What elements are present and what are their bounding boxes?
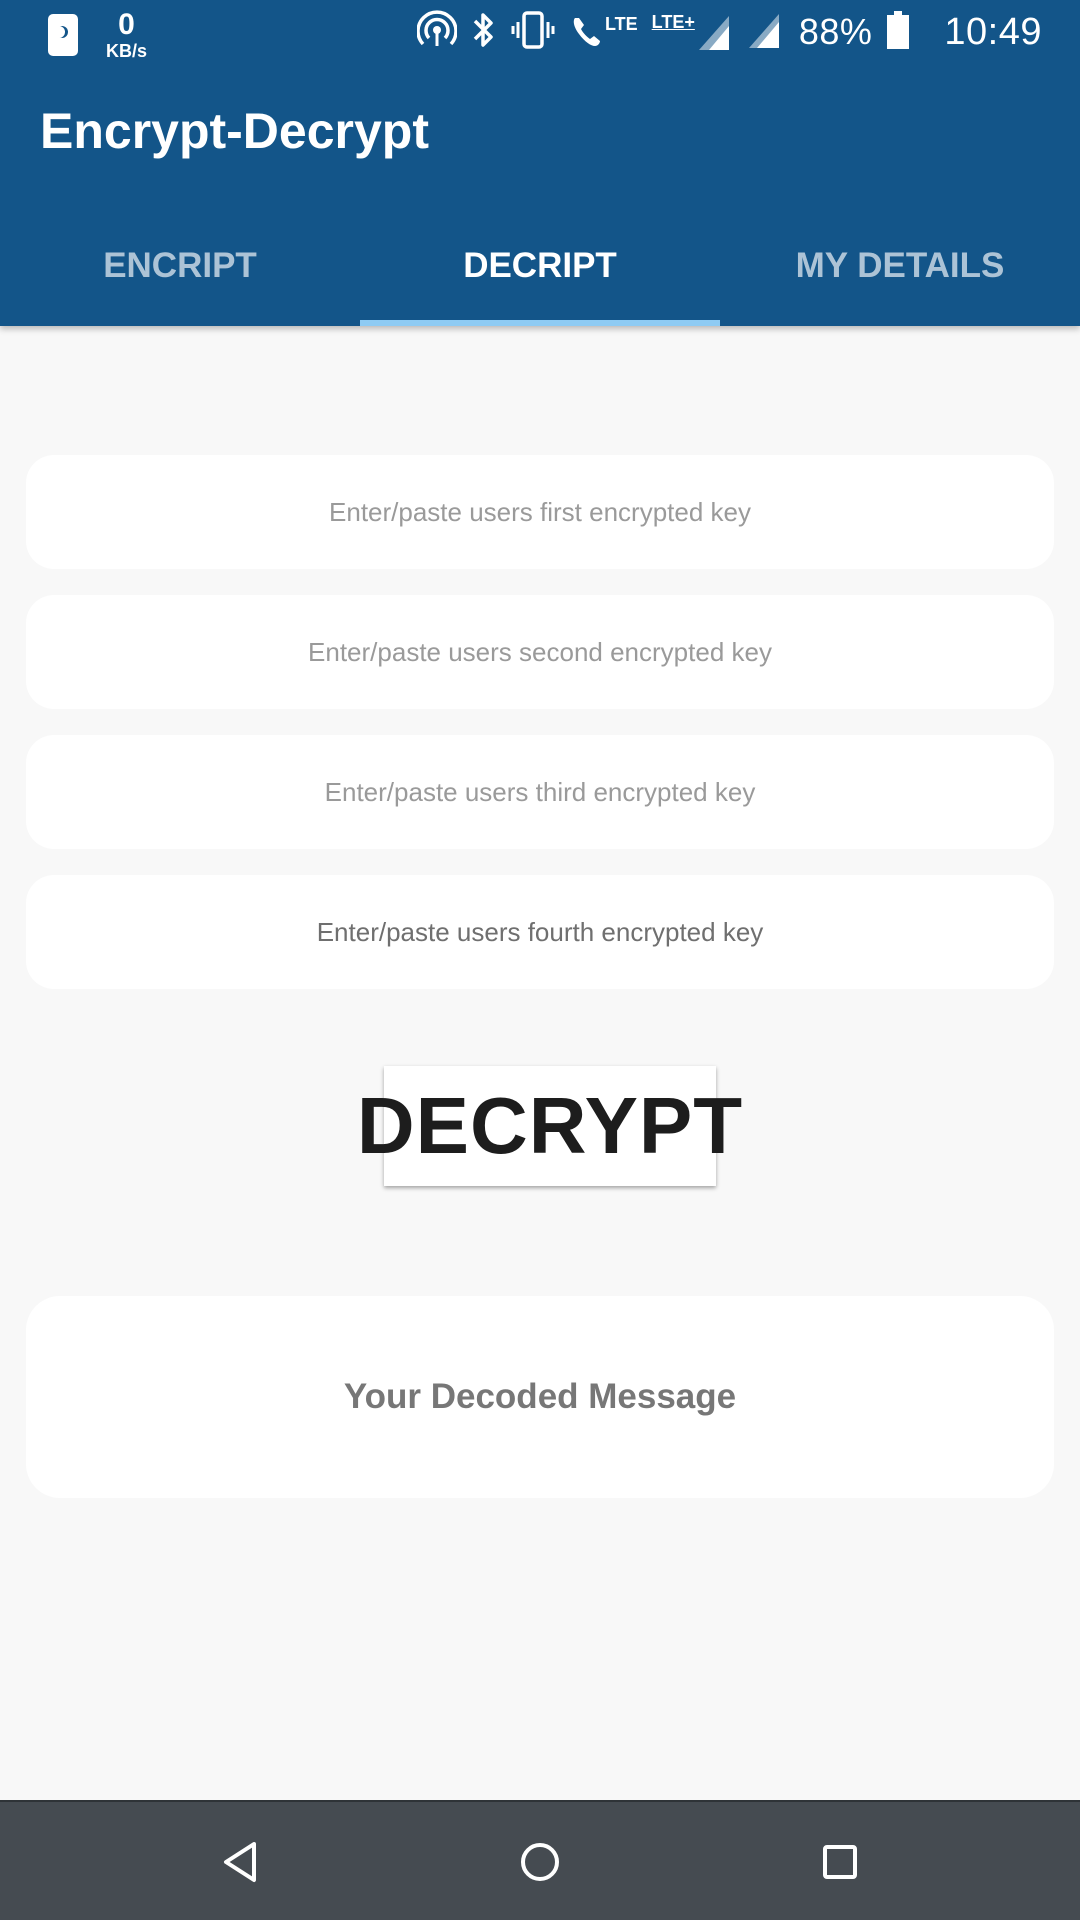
recents-icon[interactable]	[810, 1832, 870, 1892]
decrypt-button[interactable]: DECRYPT	[357, 1066, 742, 1186]
first-key-input[interactable]: Enter/paste users first encrypted key	[26, 455, 1054, 569]
decoded-message-output[interactable]: Your Decoded Message	[26, 1296, 1054, 1498]
signal-icon: LTE+	[652, 12, 733, 52]
app-bar: 0 KB/s LTE LTE+ 88% 10:49 Encrypt-Decryp…	[0, 0, 1080, 326]
back-icon[interactable]	[210, 1832, 270, 1892]
vibrate-icon	[511, 10, 555, 55]
status-right: LTE LTE+ 88% 10:49	[403, 8, 1042, 56]
status-left: 0 KB/s	[48, 10, 147, 60]
network-label-lte: LTE	[605, 14, 638, 34]
home-icon[interactable]	[510, 1832, 570, 1892]
volte-call-icon: LTE	[569, 12, 638, 52]
network-label-lte-plus: LTE+	[651, 12, 695, 32]
do-not-disturb-phone-icon	[48, 14, 78, 56]
fourth-key-input[interactable]: Enter/paste users fourth encrypted key	[26, 875, 1054, 989]
tab-my-details[interactable]: MY DETAILS	[720, 220, 1080, 326]
battery-percent: 88%	[798, 11, 873, 52]
network-speed: 0 KB/s	[106, 8, 148, 61]
tab-encript[interactable]: ENCRIPT	[0, 220, 360, 326]
bluetooth-icon	[471, 10, 497, 55]
tab-bar: ENCRIPT DECRIPT MY DETAILS	[0, 220, 1080, 326]
third-key-input[interactable]: Enter/paste users third encrypted key	[26, 735, 1054, 849]
hotspot-icon	[416, 9, 458, 55]
clock: 10:49	[944, 10, 1042, 53]
second-key-input[interactable]: Enter/paste users second encrypted key	[26, 595, 1054, 709]
signal-icon-2	[747, 10, 783, 55]
network-speed-value: 0	[118, 8, 135, 41]
navigation-bar	[0, 1800, 1080, 1920]
tab-decript[interactable]: DECRIPT	[360, 220, 720, 326]
network-speed-unit: KB/s	[106, 41, 148, 61]
battery-icon	[886, 10, 910, 55]
app-title: Encrypt-Decrypt	[40, 103, 429, 159]
status-bar: 0 KB/s LTE LTE+ 88% 10:49	[0, 0, 1080, 64]
